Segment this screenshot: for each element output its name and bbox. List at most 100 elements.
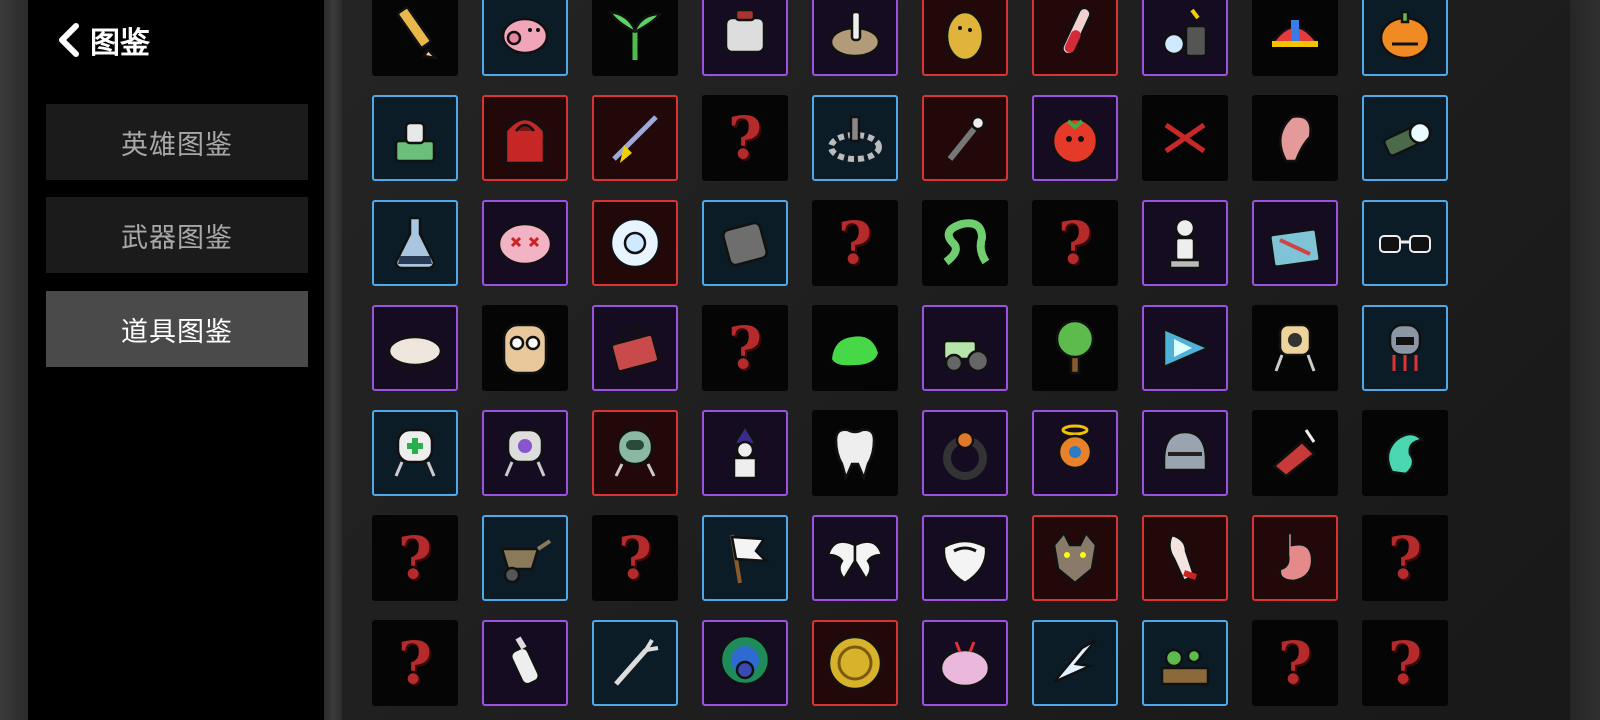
- item-slot[interactable]: [1252, 515, 1338, 601]
- item-slot[interactable]: [372, 0, 458, 76]
- item-slot[interactable]: [1252, 200, 1338, 286]
- item-slot[interactable]: [592, 95, 678, 181]
- item-slot[interactable]: [1032, 620, 1118, 706]
- item-slot[interactable]: [372, 95, 458, 181]
- item-slot[interactable]: [1362, 410, 1448, 496]
- item-slot[interactable]: [1362, 305, 1448, 391]
- barrel-icon: [722, 221, 768, 267]
- item-slot-locked[interactable]: ?: [702, 305, 788, 391]
- item-slot[interactable]: [702, 515, 788, 601]
- item-slot-locked[interactable]: ?: [1032, 200, 1118, 286]
- item-slot[interactable]: [1032, 305, 1118, 391]
- item-slot-locked[interactable]: ?: [1362, 620, 1448, 706]
- item-slot[interactable]: [702, 620, 788, 706]
- item-slot[interactable]: [372, 410, 458, 496]
- item-slot[interactable]: [702, 0, 788, 76]
- item-slot[interactable]: [812, 410, 898, 496]
- item-slot[interactable]: [1252, 410, 1338, 496]
- item-slot-locked[interactable]: ?: [372, 620, 458, 706]
- item-slot[interactable]: [1252, 0, 1338, 76]
- item-grid: ??????????: [372, 0, 1492, 720]
- potato-icon: [945, 10, 985, 62]
- item-slot[interactable]: [1142, 410, 1228, 496]
- lightning-rod-icon: [612, 115, 658, 163]
- tab-weapons[interactable]: 武器图鉴: [46, 197, 308, 273]
- stomach-icon: [1278, 531, 1314, 583]
- item-slot[interactable]: [922, 0, 1008, 76]
- item-slot[interactable]: [922, 410, 1008, 496]
- item-slot[interactable]: [1032, 95, 1118, 181]
- mortar-icon: [829, 10, 881, 58]
- brain-bug-icon: [939, 641, 991, 688]
- item-slot[interactable]: [1142, 305, 1228, 391]
- item-slot[interactable]: [1032, 410, 1118, 496]
- item-slot-locked[interactable]: ?: [702, 95, 788, 181]
- item-slot[interactable]: [482, 410, 568, 496]
- item-slot[interactable]: [1362, 95, 1448, 181]
- item-slot[interactable]: [1142, 515, 1228, 601]
- shards-icon: [1053, 638, 1097, 684]
- item-slot-locked[interactable]: ?: [812, 200, 898, 286]
- item-slot[interactable]: [1142, 200, 1228, 286]
- item-slot[interactable]: [592, 305, 678, 391]
- question-mark-icon: ?: [838, 209, 872, 277]
- item-slot[interactable]: [592, 200, 678, 286]
- tab-heroes[interactable]: 英雄图鉴: [46, 104, 308, 180]
- item-slot[interactable]: [812, 305, 898, 391]
- item-slot[interactable]: [812, 620, 898, 706]
- item-slot[interactable]: [1362, 200, 1448, 286]
- owl-icon: [502, 323, 548, 375]
- tab-items[interactable]: 道具图鉴: [46, 291, 308, 367]
- item-slot[interactable]: [482, 305, 568, 391]
- item-slot[interactable]: [482, 95, 568, 181]
- peacock-icon: [719, 634, 771, 686]
- grabber-icon: [614, 638, 659, 686]
- toolbox-icon: [610, 325, 660, 373]
- item-slot[interactable]: [1252, 95, 1338, 181]
- item-slot[interactable]: [482, 515, 568, 601]
- ear-icon: [1279, 115, 1312, 163]
- wings-icon: [826, 540, 884, 582]
- item-slot-locked[interactable]: ?: [1362, 515, 1448, 601]
- item-slot-locked[interactable]: ?: [372, 515, 458, 601]
- item-slot[interactable]: [592, 410, 678, 496]
- left-frame: [0, 0, 28, 720]
- snake-icon: [943, 219, 990, 266]
- chevron-left-icon: [59, 23, 79, 57]
- item-slot[interactable]: [1142, 620, 1228, 706]
- item-slot[interactable]: [372, 305, 458, 391]
- item-slot[interactable]: [482, 620, 568, 706]
- item-slot-locked[interactable]: ?: [1252, 620, 1338, 706]
- question-mark-icon: ?: [1058, 209, 1092, 277]
- item-slot[interactable]: [922, 305, 1008, 391]
- item-slot[interactable]: [1142, 0, 1228, 76]
- item-slot[interactable]: [922, 200, 1008, 286]
- back-button[interactable]: 图鉴: [54, 18, 150, 62]
- item-slot[interactable]: [812, 515, 898, 601]
- item-slot[interactable]: [1032, 0, 1118, 76]
- purple-robot-icon: [504, 428, 546, 477]
- panel-divider: [324, 0, 342, 720]
- item-slot[interactable]: [702, 410, 788, 496]
- item-slot[interactable]: [482, 200, 568, 286]
- item-slot[interactable]: [922, 515, 1008, 601]
- item-slot-locked[interactable]: ?: [592, 515, 678, 601]
- item-slot[interactable]: [812, 95, 898, 181]
- test-tube-icon: [1061, 6, 1092, 56]
- item-slot[interactable]: [922, 620, 1008, 706]
- red-hoodie-icon: [504, 117, 546, 165]
- item-slot[interactable]: [1142, 95, 1228, 181]
- bandage-icon: [724, 8, 766, 54]
- question-mark-icon: ?: [398, 524, 432, 592]
- item-slot[interactable]: [592, 620, 678, 706]
- item-slot[interactable]: [1362, 0, 1448, 76]
- item-slot[interactable]: [592, 0, 678, 76]
- item-slot[interactable]: [702, 200, 788, 286]
- item-slot[interactable]: [1252, 305, 1338, 391]
- item-slot[interactable]: [812, 0, 898, 76]
- item-slot[interactable]: [1032, 515, 1118, 601]
- item-slot[interactable]: [482, 0, 568, 76]
- item-slot[interactable]: [922, 95, 1008, 181]
- item-slot[interactable]: [372, 200, 458, 286]
- baby-bottle-icon: [509, 636, 541, 686]
